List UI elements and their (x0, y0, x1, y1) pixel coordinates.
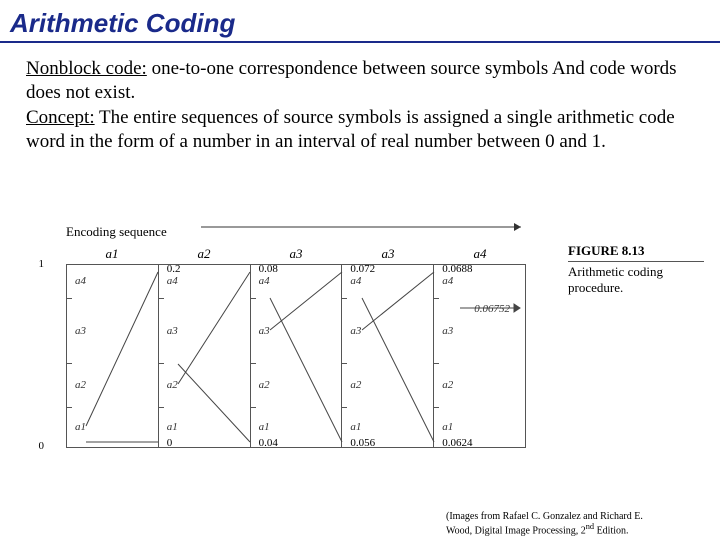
a-label: a2 (350, 379, 361, 391)
interval-bot: 0.04 (259, 437, 278, 449)
interval-bot: 0.056 (350, 437, 375, 449)
figure-container: Encoding sequence a1 a2 a3 a3 a4 1 0 a4 … (26, 242, 708, 506)
interval-top: 0.2 (167, 263, 181, 275)
interval-top: 0.08 (259, 263, 278, 275)
a-label: a4 (350, 275, 361, 287)
credit-line2: Wood, Digital Image Processing, 2 (446, 525, 586, 536)
interval-top: 0.072 (350, 263, 375, 275)
a-label: a1 (167, 421, 178, 433)
column: 0.0688 a4 0.06752 a3 a2 a1 0.0624 (433, 265, 526, 447)
a-label: a4 (259, 275, 270, 287)
credit-line1: (Images from Rafael C. Gonzalez and Rich… (446, 511, 643, 522)
a-label: a3 (75, 325, 86, 337)
figure-number: FIGURE 8.13 (568, 243, 704, 262)
a-label: a3 (167, 325, 178, 337)
figure-caption: FIGURE 8.13 Arithmetic coding procedure. (568, 242, 704, 296)
interval-top: 0.0688 (442, 263, 472, 275)
a-label: a2 (259, 379, 270, 391)
column: a4 a3 a2 a1 (66, 265, 158, 447)
a-label: a1 (442, 421, 453, 433)
interval-bot: 0 (167, 437, 173, 449)
seq-sym: a2 (158, 246, 250, 262)
text-p2: The entire sequences of source symbols i… (26, 107, 675, 152)
credit-line3: Edition. (594, 525, 628, 536)
a-label: a3 (350, 325, 361, 337)
slide-title: Arithmetic Coding (0, 0, 720, 43)
interval-columns: a4 a3 a2 a1 0.2 a4 a3 a2 a1 0 0.08 a4 a3… (66, 264, 526, 448)
text-nonblock: Nonblock code: (26, 58, 147, 79)
figure-text: Arithmetic coding procedure. (568, 264, 704, 296)
seq-sym: a3 (250, 246, 342, 262)
image-credit: (Images from Rafael C. Gonzalez and Rich… (446, 511, 706, 536)
column: 0.072 a4 a3 a2 a1 0.056 (341, 265, 433, 447)
a-label: a2 (442, 379, 453, 391)
a-label: a4 (442, 275, 453, 287)
extra-label: 0.06752 (474, 303, 510, 315)
a-label: a3 (259, 325, 270, 337)
column: 0.08 a4 a3 a2 a1 0.04 (250, 265, 342, 447)
a-label: a1 (350, 421, 361, 433)
column: 0.2 a4 a3 a2 a1 0 (158, 265, 250, 447)
seq-sym: a3 (342, 246, 434, 262)
seq-sym: a4 (434, 246, 526, 262)
seq-sym: a1 (66, 246, 158, 262)
a-label: a2 (167, 379, 178, 391)
sequence-symbols: a1 a2 a3 a3 a4 (66, 246, 526, 262)
encoding-sequence-label: Encoding sequence (66, 224, 167, 240)
credit-sup: nd (586, 522, 594, 531)
a-label: a1 (259, 421, 270, 433)
a-label: a2 (75, 379, 86, 391)
axis-tick-label: 0 (39, 440, 45, 452)
a-label: a4 (167, 275, 178, 287)
a-label: a4 (75, 275, 86, 287)
interval-bot: 0.0624 (442, 437, 472, 449)
axis-tick-label: 1 (39, 258, 45, 270)
a-label: a1 (75, 421, 86, 433)
body-paragraph: Nonblock code: one-to-one correspondence… (0, 57, 720, 154)
a-label: a3 (442, 325, 453, 337)
text-concept: Concept: (26, 107, 95, 128)
